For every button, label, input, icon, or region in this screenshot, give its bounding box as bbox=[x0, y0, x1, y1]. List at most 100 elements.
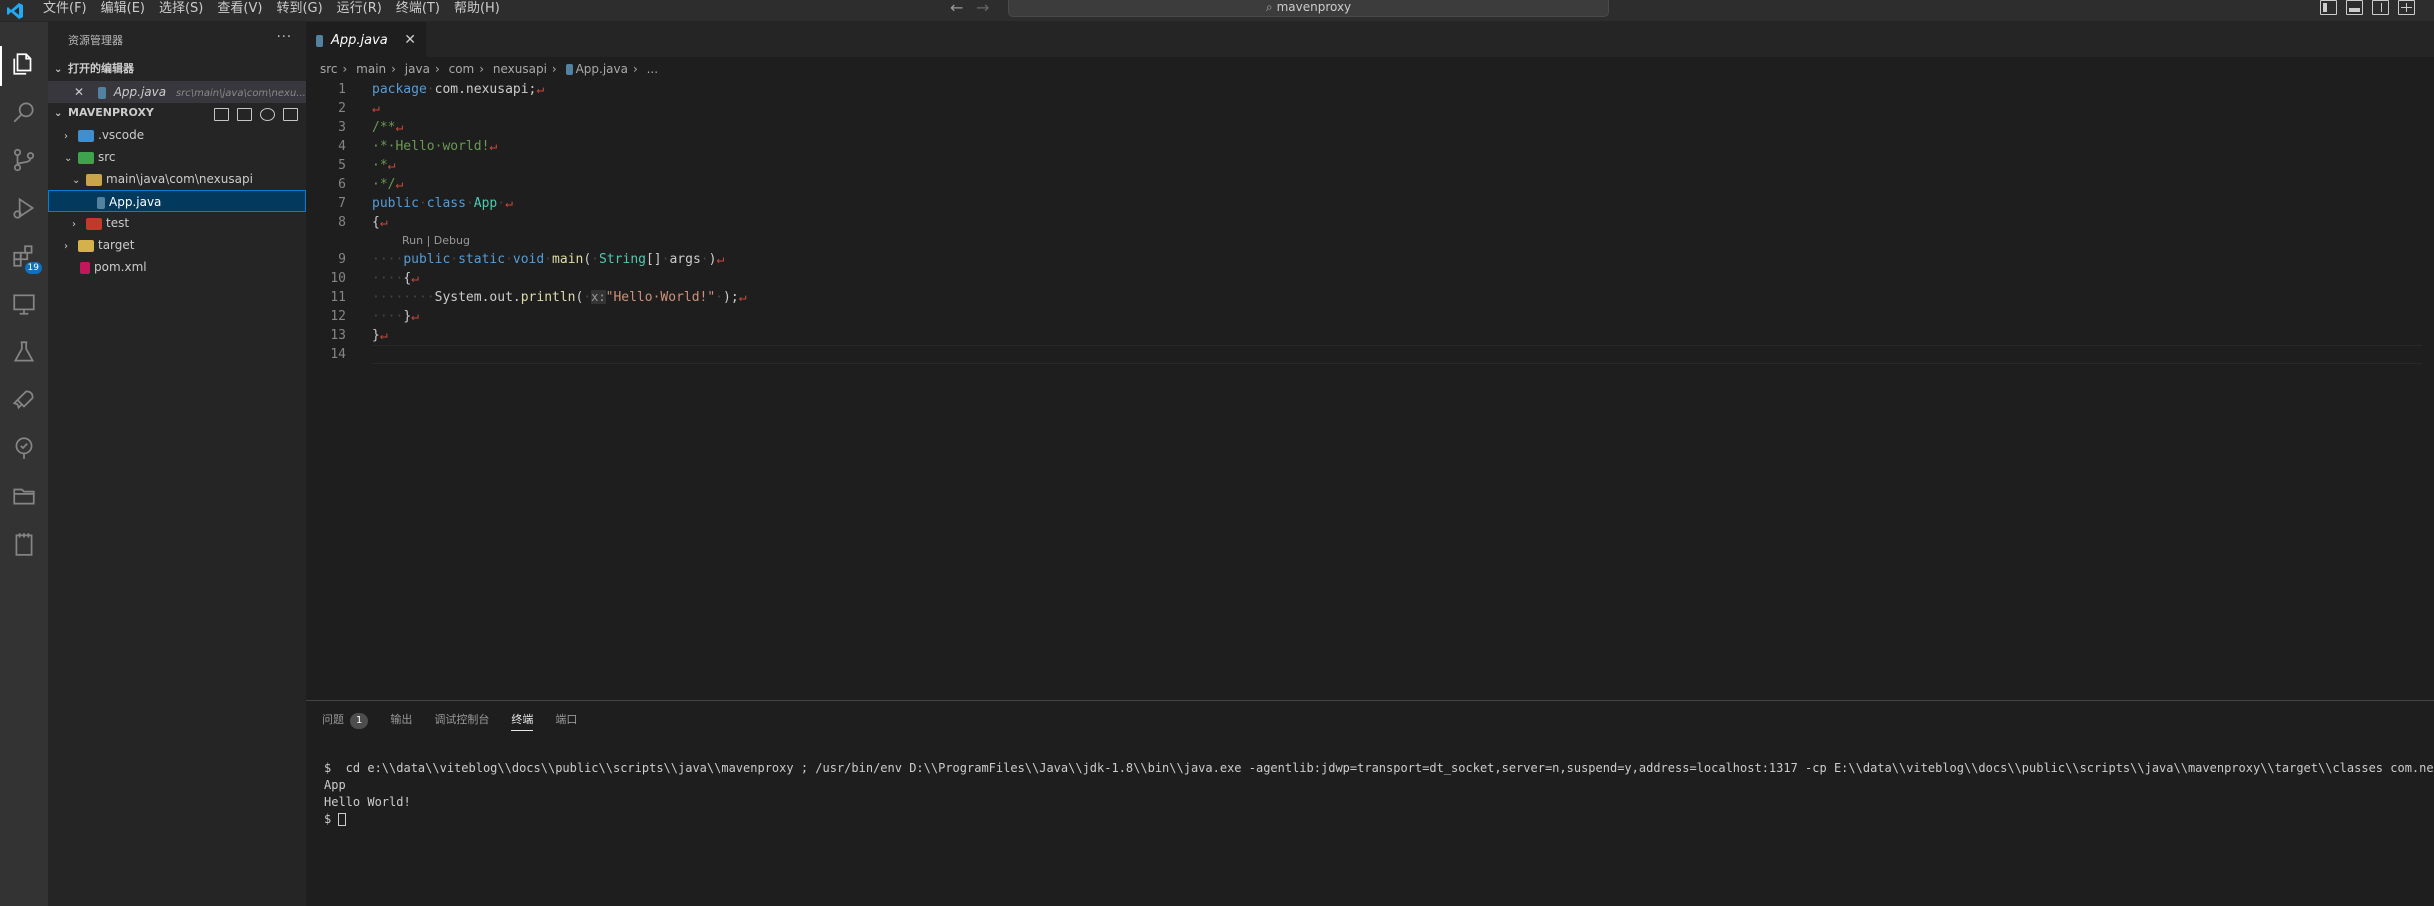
tab-output[interactable]: 输出 bbox=[390, 711, 412, 731]
collapse-all-icon[interactable] bbox=[283, 108, 298, 121]
tree-item-label: main\java\com\nexusapi bbox=[106, 172, 253, 186]
breadcrumb-item[interactable]: ... bbox=[647, 62, 658, 76]
close-icon[interactable]: ✕ bbox=[404, 23, 416, 58]
source-control-icon[interactable] bbox=[8, 144, 40, 176]
extensions-icon[interactable]: 19 bbox=[8, 240, 42, 274]
java-file-icon bbox=[97, 86, 106, 99]
menu-edit[interactable]: 编辑(E) bbox=[94, 0, 152, 22]
search-icon: ⌕ bbox=[1265, 0, 1273, 14]
code-line: 2 ↵ bbox=[306, 99, 2434, 118]
tree-item-app-java[interactable]: App.java bbox=[48, 190, 306, 212]
menu-run[interactable]: 运行(R) bbox=[330, 0, 389, 22]
code-text: ↵ bbox=[372, 99, 380, 118]
menu-selection[interactable]: 选择(S) bbox=[152, 0, 210, 22]
tree-item-label: App.java bbox=[109, 195, 162, 209]
breadcrumb-item[interactable]: App.java bbox=[576, 62, 628, 76]
chevron-right-icon: › bbox=[64, 241, 68, 252]
eol-marker-icon: ↵ bbox=[411, 309, 419, 324]
tree-item-pom-xml[interactable]: pom.xml bbox=[48, 256, 306, 278]
rocket-icon[interactable] bbox=[8, 384, 40, 416]
tree-item-target[interactable]: › target bbox=[48, 234, 306, 256]
customize-layout-icon[interactable] bbox=[2398, 0, 2415, 15]
breadcrumb: src › main › java › com › nexusapi › App.java… bbox=[320, 62, 659, 76]
refresh-icon[interactable] bbox=[260, 108, 275, 121]
tree-item-label: src bbox=[98, 150, 116, 164]
open-editors-header[interactable]: ⌄ 打开的编辑器 bbox=[48, 58, 306, 80]
remote-explorer-icon[interactable] bbox=[8, 288, 40, 320]
code-text: ····{↵ bbox=[372, 271, 419, 286]
tab-problems[interactable]: 问题 1 bbox=[322, 711, 369, 731]
notebook-icon[interactable] bbox=[8, 528, 40, 560]
search-icon[interactable] bbox=[8, 96, 40, 128]
code-line: 9 ····public·static·void·main(·String[]·a… bbox=[306, 250, 2434, 269]
tab-terminal[interactable]: 终端 bbox=[511, 711, 534, 731]
command-center[interactable]: ⌕ mavenproxy bbox=[1008, 0, 1609, 17]
explorer-sidebar: 资源管理器 ··· ⌄ 打开的编辑器 ✕ App.java src\main\ja… bbox=[48, 22, 306, 906]
run-debug-icon[interactable] bbox=[8, 192, 40, 224]
tree-item-label: pom.xml bbox=[94, 260, 147, 274]
tree-item-label: test bbox=[106, 216, 130, 230]
toggle-panel-icon[interactable] bbox=[2346, 0, 2363, 15]
tab-app-java[interactable]: App.java ✕ bbox=[306, 22, 426, 57]
src-folder-icon bbox=[78, 151, 94, 164]
close-icon[interactable]: ✕ bbox=[74, 85, 84, 99]
eol-marker-icon: ↵ bbox=[387, 158, 396, 173]
toggle-sidebar-icon[interactable] bbox=[2320, 0, 2337, 15]
explorer-icon[interactable] bbox=[8, 48, 40, 80]
folder-open-icon bbox=[86, 173, 102, 186]
terminal-line: $ cd e:\\data\\viteblog\\docs\\public\\s… bbox=[324, 761, 2434, 775]
menu-terminal[interactable]: 终端(T) bbox=[389, 0, 447, 22]
eol-marker-icon: ↵ bbox=[536, 82, 545, 97]
breadcrumb-item[interactable]: src bbox=[320, 62, 338, 76]
tab-ports[interactable]: 端口 bbox=[555, 711, 577, 731]
code-line: 12 ····}↵ bbox=[306, 307, 2434, 326]
code-line: 11 ········System.out.println(·x:"Hello·W… bbox=[306, 288, 2434, 307]
codelens-run-debug[interactable]: Run | Debug bbox=[402, 234, 470, 247]
code-text: ·*/↵ bbox=[372, 177, 404, 192]
breadcrumb-item[interactable]: java bbox=[405, 62, 430, 76]
eol-marker-icon: ↵ bbox=[379, 215, 388, 230]
layout-controls bbox=[2320, 0, 2415, 15]
chevron-down-icon: ⌄ bbox=[72, 175, 81, 186]
toggle-secondary-sidebar-icon[interactable] bbox=[2372, 0, 2389, 15]
breadcrumb-item[interactable]: main bbox=[356, 62, 386, 76]
line-number: 3 bbox=[338, 120, 346, 135]
chevron-down-icon: ⌄ bbox=[54, 108, 63, 119]
arrow-left-icon[interactable]: ← bbox=[950, 0, 963, 16]
tab-debug-console[interactable]: 调试控制台 bbox=[434, 711, 489, 731]
git-graph-icon[interactable] bbox=[8, 432, 40, 464]
command-center-label: mavenproxy bbox=[1276, 0, 1352, 14]
testing-icon[interactable] bbox=[8, 336, 40, 368]
menu-file[interactable]: 文件(F) bbox=[36, 0, 94, 22]
tab-problems-label: 问题 bbox=[322, 713, 344, 726]
project-header[interactable]: ⌄ MAVENPROXY bbox=[48, 102, 306, 124]
code-line: 5 ·*↵ bbox=[306, 156, 2434, 175]
tree-item-test[interactable]: › test bbox=[48, 212, 306, 234]
line-number: 5 bbox=[338, 158, 346, 173]
open-editor-item[interactable]: ✕ App.java src\main\java\com\nexu... bbox=[48, 81, 306, 103]
new-folder-icon[interactable] bbox=[237, 108, 252, 121]
terminal-cursor bbox=[338, 813, 347, 826]
breadcrumb-item[interactable]: nexusapi bbox=[493, 62, 547, 76]
eol-marker-icon: ↵ bbox=[395, 120, 404, 135]
tree-item-vscode[interactable]: › .vscode bbox=[48, 124, 306, 146]
new-file-icon[interactable] bbox=[214, 108, 229, 121]
line-number: 8 bbox=[338, 215, 346, 230]
code-line: 8 {↵ bbox=[306, 213, 2434, 232]
menu-go[interactable]: 转到(G) bbox=[269, 0, 329, 22]
arrow-right-icon[interactable]: → bbox=[976, 0, 989, 16]
tree-item-label: .vscode bbox=[98, 128, 145, 142]
tree-item-package[interactable]: ⌄ main\java\com\nexusapi bbox=[48, 168, 306, 190]
breadcrumb-item[interactable]: com bbox=[449, 62, 475, 76]
tree-item-src[interactable]: ⌄ src bbox=[48, 146, 306, 168]
line-number: 13 bbox=[330, 328, 346, 343]
vscode-logo-icon bbox=[7, 3, 23, 19]
more-actions-icon[interactable]: ··· bbox=[277, 30, 292, 45]
code-text: public·class·App·↵ bbox=[372, 196, 513, 211]
menu-help[interactable]: 帮助(H) bbox=[447, 0, 507, 22]
menu-view[interactable]: 查看(V) bbox=[210, 0, 269, 22]
code-editor[interactable]: 1 package·com.nexusapi;↵ 2 ↵ 3/**↵ 4 ·*·Hello·… bbox=[306, 80, 2434, 364]
folder-icon[interactable] bbox=[8, 480, 40, 512]
code-text: {↵ bbox=[372, 215, 388, 230]
terminal[interactable]: $ cd e:\\data\\viteblog\\docs\\public\\s… bbox=[324, 743, 2434, 862]
